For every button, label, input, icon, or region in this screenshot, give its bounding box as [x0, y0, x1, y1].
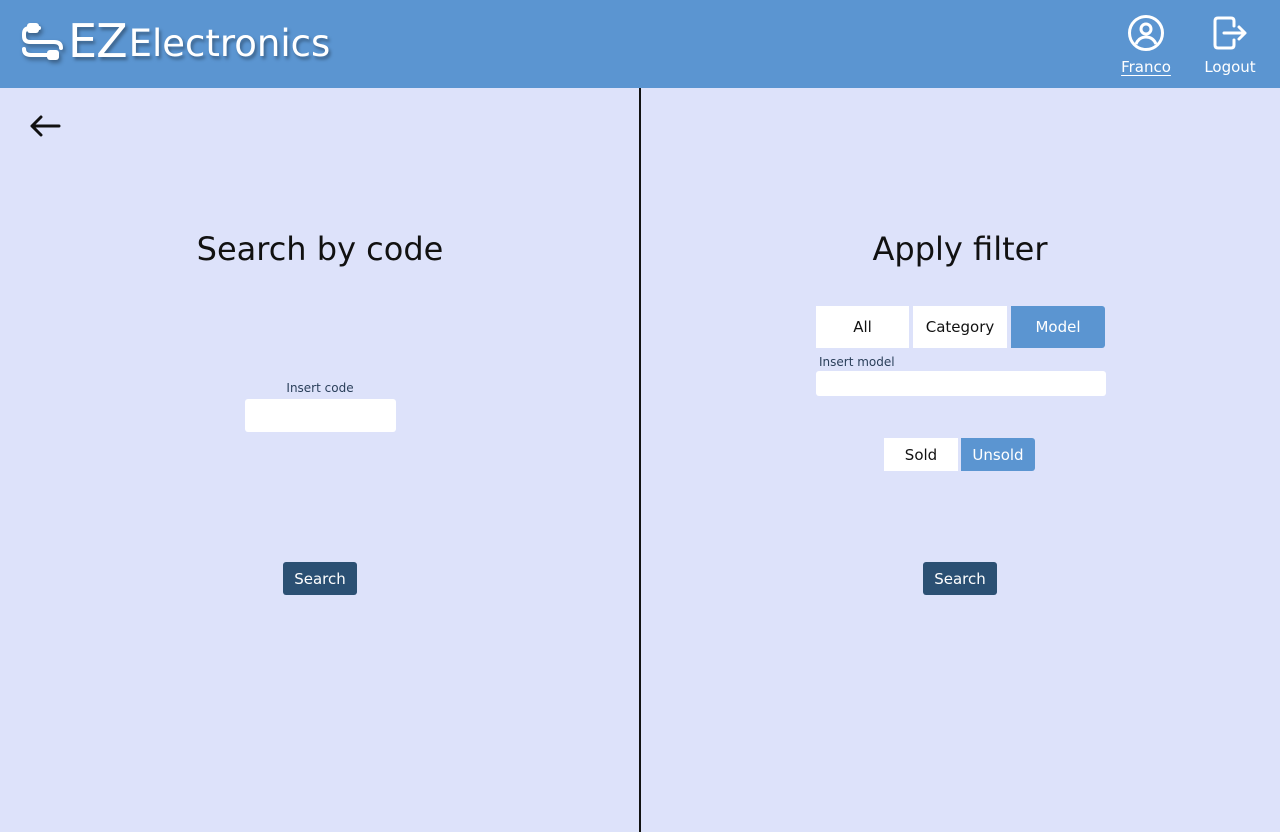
logout-label: Logout: [1204, 58, 1256, 76]
brand-logo[interactable]: EZ Electronics: [22, 18, 330, 64]
apply-filter-search-button[interactable]: Search: [923, 562, 997, 595]
brand-ez: EZ: [68, 14, 128, 68]
insert-model-label: Insert model: [819, 355, 895, 369]
arrow-left-icon: [28, 115, 62, 143]
brand-electronics: Electronics: [128, 22, 331, 65]
search-by-code-button[interactable]: Search: [283, 562, 357, 595]
app-header: EZ Electronics Franco Logout: [0, 0, 1280, 88]
status-tab-unsold[interactable]: Unsold: [961, 438, 1035, 471]
filter-tab-model[interactable]: Model: [1011, 306, 1105, 348]
insert-code-label: Insert code: [286, 381, 354, 395]
back-button[interactable]: [28, 113, 62, 143]
code-input[interactable]: [245, 399, 396, 432]
logout-button[interactable]: Logout: [1200, 14, 1260, 76]
status-tab-sold[interactable]: Sold: [884, 438, 958, 471]
user-circle-icon: [1127, 14, 1165, 58]
filter-tab-all[interactable]: All: [816, 306, 909, 348]
filter-tab-category[interactable]: Category: [913, 306, 1007, 348]
search-by-code-title: Search by code: [196, 230, 444, 268]
model-input[interactable]: [816, 371, 1106, 396]
user-profile-button[interactable]: Franco: [1115, 14, 1177, 76]
cable-connector-icon: [22, 20, 64, 64]
panel-divider: [639, 88, 641, 832]
logout-icon: [1211, 14, 1249, 58]
user-name-label[interactable]: Franco: [1121, 58, 1171, 76]
apply-filter-title: Apply filter: [872, 230, 1048, 268]
